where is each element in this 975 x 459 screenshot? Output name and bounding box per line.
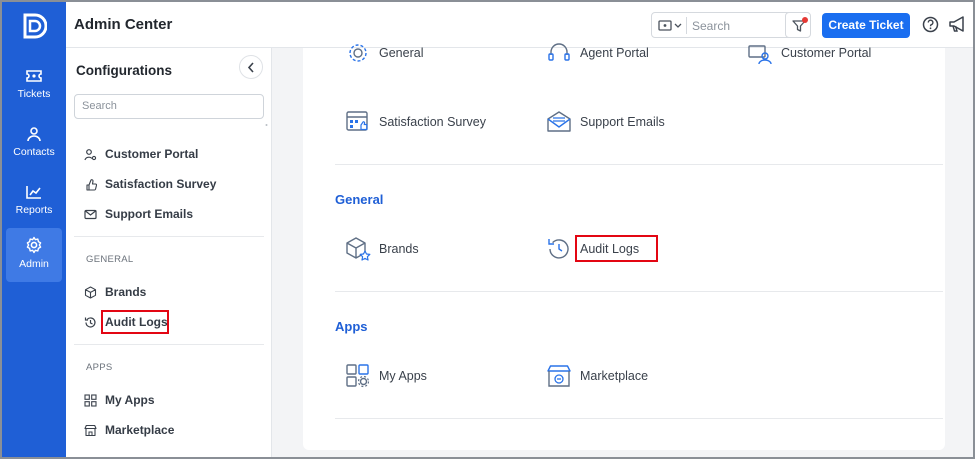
sidebar-item-label: My Apps — [105, 393, 155, 407]
collapse-sidebar-button[interactable] — [239, 55, 263, 79]
mail-icon — [547, 111, 571, 132]
gear-icon — [349, 44, 367, 62]
tile-marketplace[interactable]: Marketplace — [546, 361, 648, 391]
rail-item-contacts[interactable]: Contacts — [6, 118, 62, 172]
sidebar-item-brands[interactable]: Brands — [84, 282, 146, 302]
rail-label-reports: Reports — [15, 204, 53, 216]
tile-label: Support Emails — [580, 115, 665, 129]
search-type-dropdown-icon[interactable] — [658, 19, 684, 33]
customer-portal-icon — [84, 148, 97, 160]
tile-label: Agent Portal — [580, 46, 649, 60]
tile-support-emails[interactable]: Support Emails — [546, 107, 665, 137]
help-icon[interactable] — [922, 16, 939, 33]
sidebar-title: Configurations — [76, 63, 172, 78]
search-separator — [686, 17, 687, 34]
sidebar-item-label: Marketplace — [105, 423, 175, 437]
tile-label: My Apps — [379, 369, 427, 383]
sidebar-item-label: Support Emails — [105, 207, 194, 221]
rail-item-admin[interactable]: Admin — [6, 228, 62, 282]
section-title-general: General — [335, 192, 384, 207]
rail-label-tickets: Tickets — [17, 88, 51, 100]
section-divider — [335, 291, 943, 292]
chart-icon — [26, 186, 41, 199]
tile-my-apps[interactable]: My Apps — [345, 361, 427, 391]
announcement-icon[interactable] — [948, 15, 968, 33]
sidebar-item-label: Customer Portal — [105, 147, 199, 161]
rail-item-reports[interactable]: Reports — [6, 176, 62, 230]
person-icon — [27, 127, 41, 142]
rail-label-admin: Admin — [19, 258, 49, 270]
history-icon — [84, 316, 96, 328]
chevron-left-icon — [247, 62, 254, 73]
tile-satisfaction-survey[interactable]: Satisfaction Survey — [345, 107, 486, 137]
section-title-apps: Apps — [335, 319, 368, 334]
tile-agent-portal[interactable]: Agent Portal — [546, 38, 649, 68]
survey-icon — [86, 178, 97, 191]
app-window: Tickets Contacts Reports Admin Admin Cen… — [0, 0, 975, 459]
tile-label: Brands — [379, 242, 419, 256]
rail-label-contacts: Contacts — [13, 146, 55, 158]
ticket-icon — [26, 70, 42, 82]
settings-card: General Agent Portal Customer Portal Sat… — [303, 43, 945, 450]
tile-label: Customer Portal — [781, 46, 872, 60]
tile-general[interactable]: General — [345, 38, 423, 68]
sidebar-divider — [74, 236, 264, 237]
sidebar-item-marketplace[interactable]: Marketplace — [84, 420, 174, 440]
customer-portal-icon — [748, 45, 772, 65]
sidebar-section-general: GENERAL — [86, 254, 134, 265]
sidebar-divider — [74, 344, 264, 345]
cube-icon — [346, 237, 371, 261]
store-icon — [547, 365, 571, 387]
headset-icon — [548, 43, 570, 61]
survey-icon — [346, 111, 368, 131]
scroll-up-indicator[interactable] — [264, 122, 269, 132]
page-title: Admin Center — [74, 16, 173, 33]
tile-customer-portal[interactable]: Customer Portal — [747, 38, 871, 68]
tile-brands[interactable]: Brands — [345, 234, 419, 264]
filter-button[interactable] — [785, 12, 811, 38]
sidebar-item-support-emails[interactable]: Support Emails — [84, 204, 193, 224]
store-icon — [84, 424, 97, 436]
sidebar-item-label: Satisfaction Survey — [105, 177, 217, 191]
tile-label: Satisfaction Survey — [379, 115, 486, 129]
section-divider — [335, 164, 943, 165]
create-ticket-button[interactable]: Create Ticket — [822, 13, 910, 38]
apps-grid-icon — [346, 364, 370, 388]
mail-icon — [84, 209, 97, 219]
cube-icon — [84, 285, 97, 299]
left-rail: Tickets Contacts Reports Admin — [2, 2, 66, 457]
global-search[interactable]: Search — [651, 12, 806, 38]
tile-label: General — [379, 46, 424, 60]
main-content: General Agent Portal Customer Portal Sat… — [272, 43, 973, 457]
filter-notification-dot — [802, 17, 808, 23]
history-icon — [548, 239, 569, 259]
apps-grid-icon — [84, 393, 97, 407]
sidebar-audit-logs-highlight — [101, 310, 169, 334]
rail-item-tickets[interactable]: Tickets — [6, 60, 62, 114]
sidebar-item-satisfaction-survey[interactable]: Satisfaction Survey — [84, 174, 216, 194]
sidebar-search-input[interactable]: Search — [74, 94, 264, 119]
sidebar-section-apps: APPS — [86, 362, 113, 373]
sidebar-item-customer-portal[interactable]: Customer Portal — [84, 144, 198, 164]
app-logo-icon[interactable] — [19, 12, 47, 40]
tile-label: Marketplace — [580, 369, 649, 383]
sidebar-item-my-apps[interactable]: My Apps — [84, 390, 155, 410]
gear-icon — [26, 236, 42, 254]
audit-logs-highlight — [575, 235, 658, 262]
configurations-sidebar: Configurations Search Customer Portal Sa… — [66, 48, 272, 457]
sidebar-item-label: Brands — [105, 285, 147, 299]
search-input[interactable]: Search — [692, 19, 730, 33]
section-divider — [335, 418, 943, 419]
